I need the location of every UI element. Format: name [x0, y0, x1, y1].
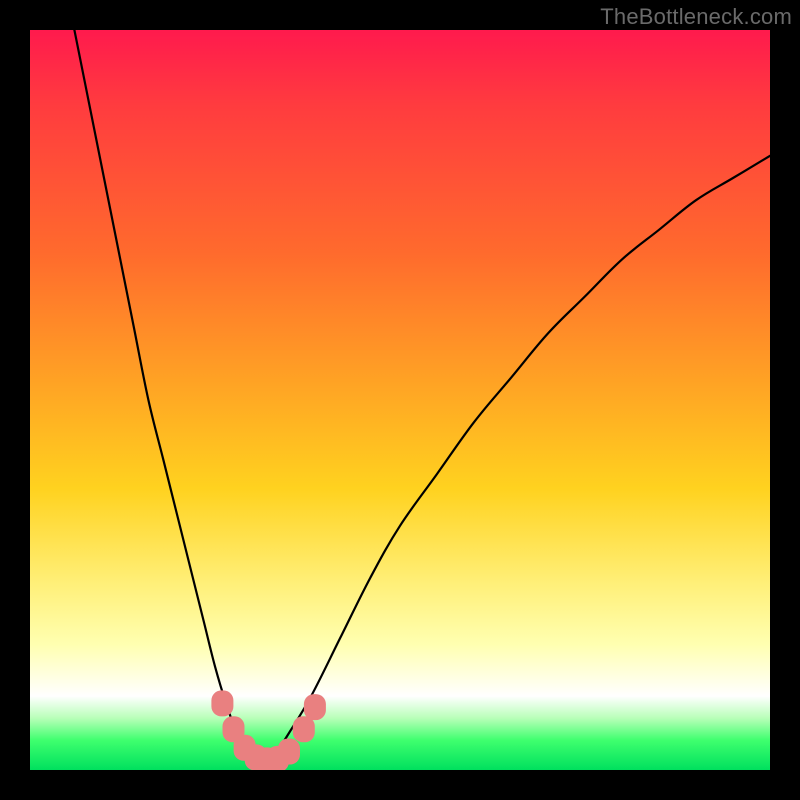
bottleneck-marker: [267, 746, 289, 770]
bottleneck-curve: [74, 30, 770, 763]
bottleneck-marker: [278, 739, 300, 765]
curve-layer: [30, 30, 770, 770]
watermark-text: TheBottleneck.com: [600, 4, 792, 30]
bottleneck-marker: [245, 744, 267, 770]
bottleneck-marker: [256, 747, 278, 770]
bottleneck-marker: [293, 716, 315, 742]
bottleneck-marker: [223, 716, 245, 742]
bottleneck-marker: [304, 694, 326, 720]
bottleneck-marker: [211, 690, 233, 716]
chart-frame: TheBottleneck.com: [0, 0, 800, 800]
bottleneck-markers: [211, 690, 326, 770]
plot-area: [30, 30, 770, 770]
bottleneck-marker: [234, 735, 256, 761]
